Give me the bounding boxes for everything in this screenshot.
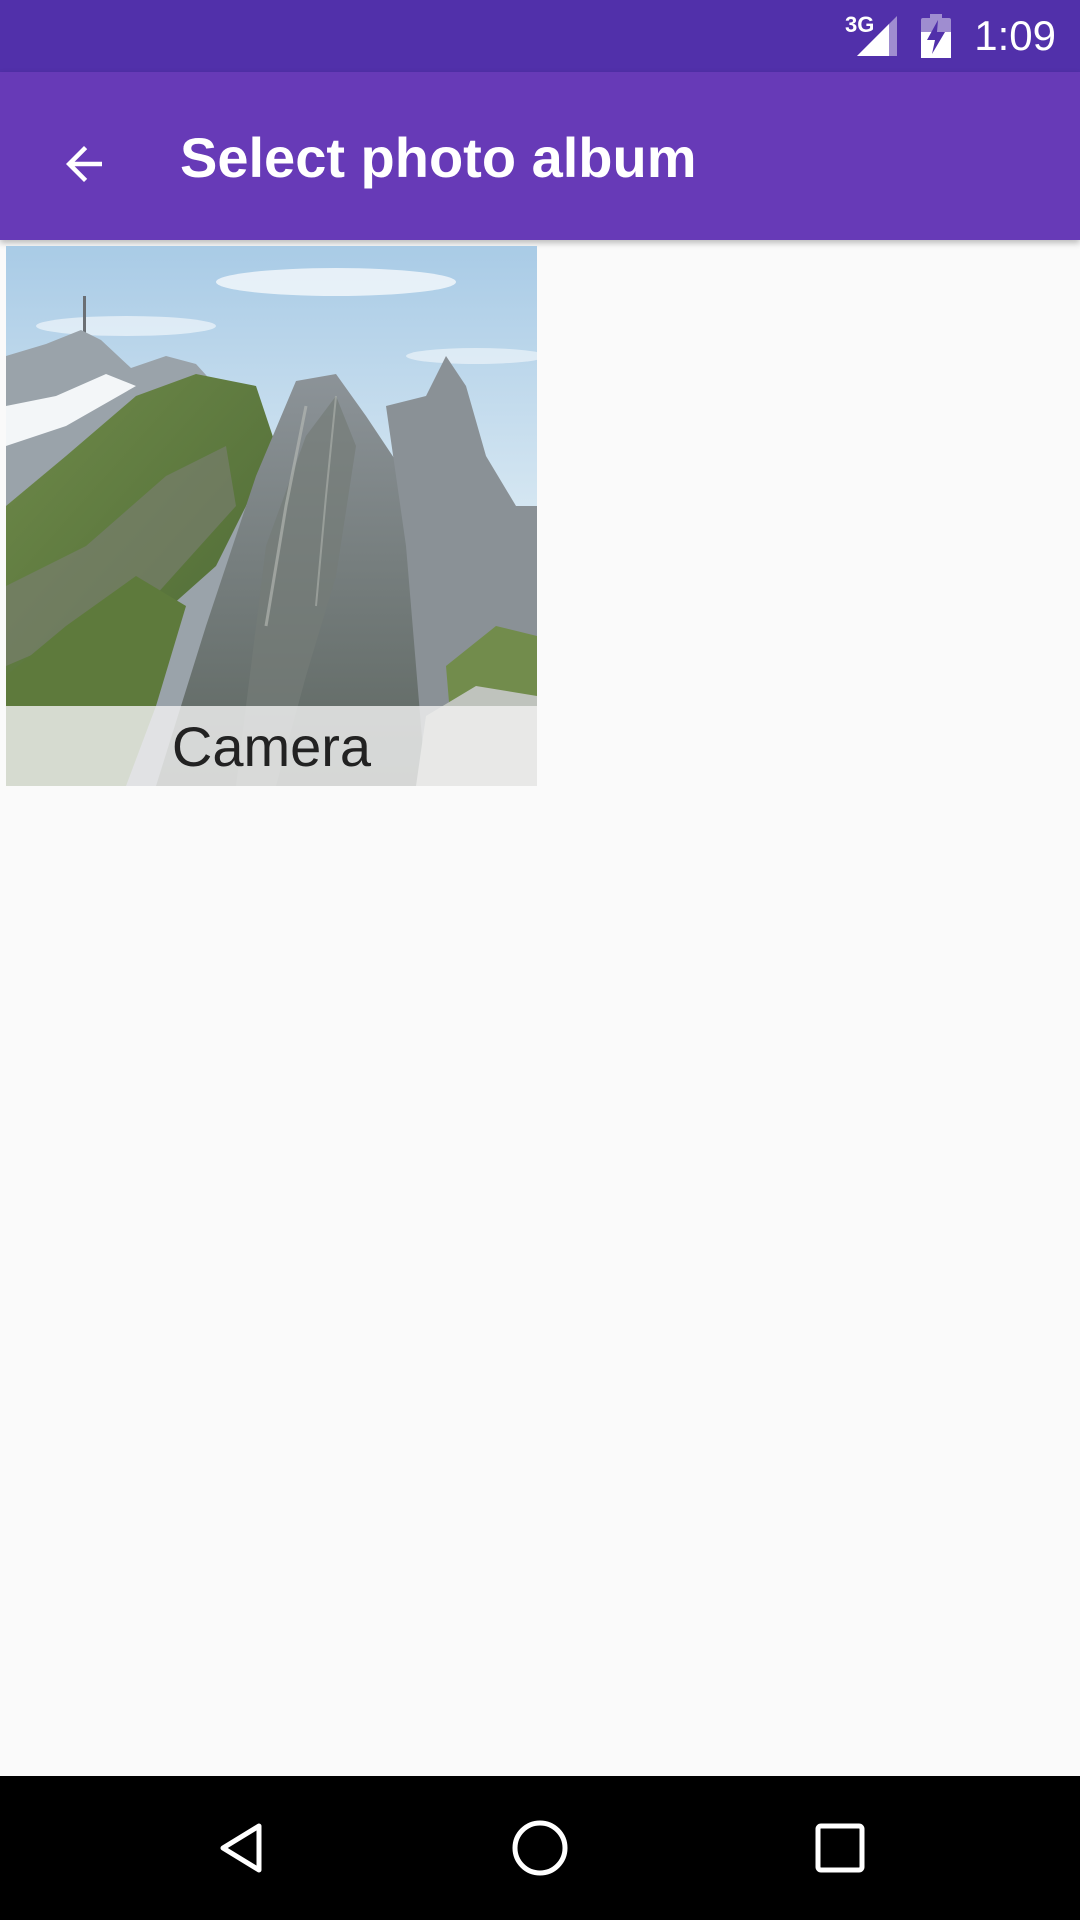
album-name: Camera: [171, 714, 372, 778]
status-time: 1:09: [974, 12, 1056, 59]
page-title: Select photo album: [180, 126, 697, 189]
album-tile-camera[interactable]: Camera: [6, 246, 537, 786]
app-bar: Select photo album: [0, 72, 1080, 240]
album-thumbnail-image: [6, 246, 537, 786]
nav-recents-button[interactable]: [800, 1808, 880, 1888]
nav-home-icon: [512, 1820, 568, 1876]
arrow-back-icon: [66, 146, 102, 182]
nav-back-icon: [220, 1823, 262, 1873]
nav-home-button[interactable]: [500, 1808, 580, 1888]
screen: 3G 1:09 Select photo album Camera: [0, 0, 1080, 1920]
navigation-bar: [0, 1776, 1080, 1920]
nav-recents-icon: [815, 1823, 865, 1873]
album-label-bar: Camera: [6, 706, 537, 786]
status-bar: 3G 1:09: [0, 0, 1080, 72]
battery-charging-icon: [921, 14, 951, 58]
nav-back-button[interactable]: [201, 1808, 281, 1888]
signal-icon: [857, 16, 897, 56]
back-button[interactable]: [32, 112, 136, 216]
network-indicator: 3G: [845, 14, 897, 58]
